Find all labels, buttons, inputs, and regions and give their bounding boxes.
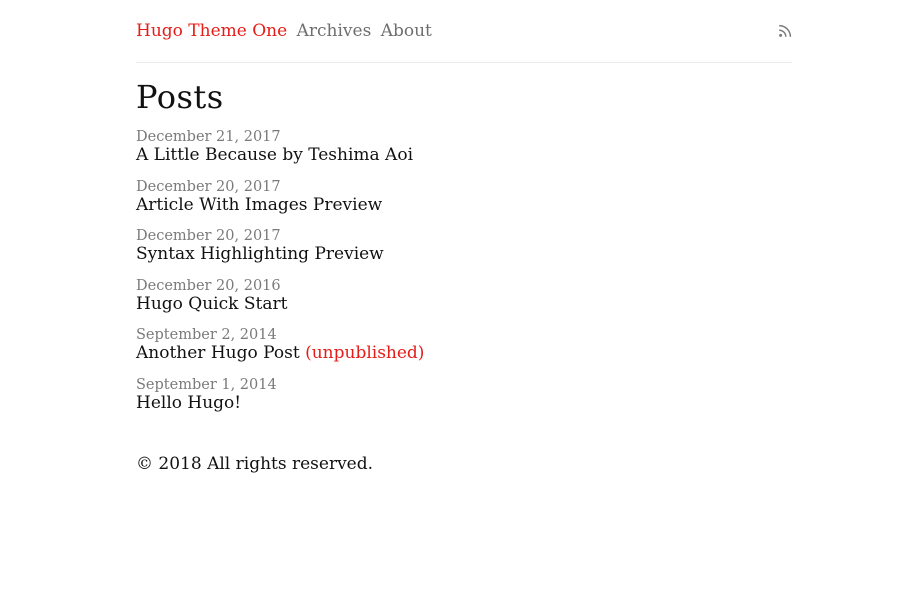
post-title-text: Another Hugo Post	[136, 343, 300, 364]
post-date: September 2, 2014	[136, 327, 277, 344]
post-title-text: Article With Images Preview	[136, 194, 383, 215]
rss-icon	[779, 24, 792, 37]
post-list: December 21, 2017 A Little Because by Te…	[136, 129, 424, 427]
post-item: September 2, 2014 Another Hugo Post (unp…	[136, 327, 424, 377]
post-date: December 20, 2017	[136, 178, 281, 195]
page-container: Hugo Theme One Archives About Posts Dece…	[136, 0, 792, 474]
post-date: September 1, 2014	[136, 376, 277, 393]
post-item: December 20, 2017 Article With Images Pr…	[136, 179, 424, 229]
post-title-link[interactable]: Another Hugo Post (unpublished)	[136, 344, 424, 362]
post-date: December 20, 2017	[136, 228, 281, 245]
site-header: Hugo Theme One Archives About	[136, 0, 792, 63]
post-title-link[interactable]: Hello Hugo!	[136, 394, 424, 412]
main-nav: Hugo Theme One Archives About	[136, 20, 436, 42]
post-date: December 20, 2016	[136, 277, 281, 294]
post-item: September 1, 2014 Hello Hugo!	[136, 377, 424, 427]
post-title-link[interactable]: A Little Because by Teshima Aoi	[136, 146, 424, 164]
post-title-text: Syntax Highlighting Preview	[136, 244, 384, 265]
post-title-text: Hello Hugo!	[136, 392, 242, 413]
unpublished-badge: (unpublished)	[305, 343, 425, 364]
site-footer: © 2018 All rights reserved.	[136, 453, 373, 475]
post-title-text: Hugo Quick Start	[136, 293, 288, 314]
nav-link-about[interactable]: About	[381, 21, 432, 41]
post-item: December 20, 2016 Hugo Quick Start	[136, 278, 424, 328]
post-date: December 21, 2017	[136, 129, 281, 145]
post-title-link[interactable]: Hugo Quick Start	[136, 295, 424, 313]
post-item: December 21, 2017 A Little Because by Te…	[136, 129, 424, 179]
post-item: December 20, 2017 Syntax Highlighting Pr…	[136, 228, 424, 278]
post-title-text: A Little Because by Teshima Aoi	[136, 145, 414, 165]
post-title-link[interactable]: Article With Images Preview	[136, 196, 424, 214]
nav-link-archives[interactable]: Archives	[297, 21, 372, 41]
post-title-link[interactable]: Syntax Highlighting Preview	[136, 245, 424, 263]
rss-link[interactable]	[778, 23, 792, 37]
page-title: Posts	[136, 78, 224, 116]
copyright-text: © 2018 All rights reserved.	[136, 454, 374, 474]
site-brand-link[interactable]: Hugo Theme One	[136, 21, 287, 41]
